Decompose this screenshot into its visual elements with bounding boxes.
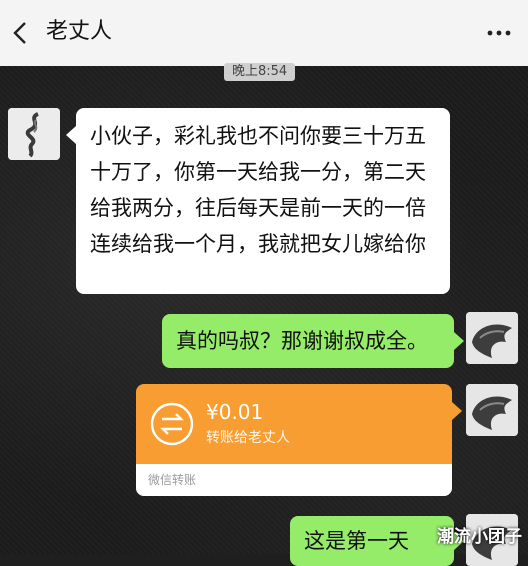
avatar-ink-icon <box>8 108 60 160</box>
outgoing-message[interactable]: 真的吗叔？那谢谢叔成全。 <box>162 314 454 368</box>
outgoing-message[interactable]: 这是第一天 <box>290 516 454 566</box>
chevron-left-icon[interactable] <box>8 18 34 48</box>
bubble-tail <box>66 126 76 144</box>
watermark-text: 潮流小团子 <box>437 527 522 547</box>
bubble-tail <box>454 332 464 350</box>
transfer-amount: ¥0.01 <box>206 400 264 424</box>
user-avatar[interactable] <box>466 384 518 436</box>
bubble-tail <box>452 402 462 420</box>
transfer-note: 转账给老丈人 <box>206 430 290 446</box>
avatar-dragon-icon <box>466 384 518 436</box>
chat-title: 老丈人 <box>46 19 113 44</box>
avatar-dragon-icon <box>466 312 518 364</box>
more-dots-icon[interactable] <box>482 18 516 48</box>
incoming-message[interactable]: 小伙子，彩礼我也不问你要三十万五十万了，你第一天给我一分，第二天给我两分，往后每… <box>76 108 450 294</box>
transfer-footer: 微信转账 <box>136 464 452 496</box>
transfer-arrows-icon <box>150 402 194 446</box>
transfer-card[interactable]: ¥0.01 转账给老丈人 微信转账 <box>136 384 452 496</box>
contact-avatar[interactable] <box>8 108 60 160</box>
message-timestamp: 晚上8:54 <box>224 63 296 81</box>
user-avatar[interactable] <box>466 312 518 364</box>
chat-header: 老丈人 <box>0 0 528 67</box>
